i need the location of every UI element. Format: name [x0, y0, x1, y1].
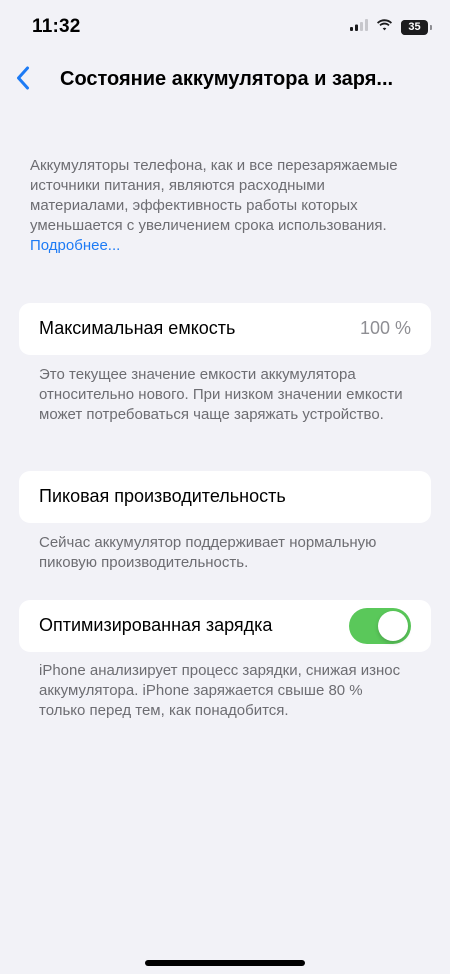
learn-more-link[interactable]: Подробнее... — [30, 237, 120, 254]
cellular-signal-icon — [350, 18, 368, 36]
peak-performance-card: Пиковая производительность — [19, 471, 431, 523]
peak-performance-label: Пиковая производительность — [39, 486, 286, 506]
battery-cap — [430, 24, 432, 30]
navigation-bar: Состояние аккумулятора и заря... — [0, 56, 450, 104]
max-capacity-label: Максимальная емкость — [39, 318, 236, 338]
battery-level: 35 — [408, 20, 421, 33]
intro-body: Аккумуляторы телефона, как и все перезар… — [30, 157, 398, 234]
status-bar: 11:32 35 — [0, 0, 450, 54]
optimized-charging-toggle[interactable] — [349, 608, 411, 644]
home-indicator[interactable] — [145, 960, 305, 966]
wifi-icon — [376, 18, 393, 36]
peak-performance-footnote: Сейчас аккумулятор поддерживает нормальн… — [39, 534, 377, 571]
page-title: Состояние аккумулятора и заря... — [60, 68, 394, 90]
toggle-knob — [378, 611, 408, 641]
chevron-left-icon — [16, 66, 30, 95]
max-capacity-footnote: Это текущее значение емкости аккумулятор… — [39, 366, 403, 423]
status-icons: 35 — [350, 18, 432, 36]
optimized-charging-card: Оптимизированная зарядка — [19, 600, 431, 652]
optimized-charging-label: Оптимизированная зарядка — [39, 615, 273, 635]
max-capacity-card: Максимальная емкость 100 % — [19, 303, 431, 355]
back-button[interactable] — [8, 62, 38, 98]
battery-indicator: 35 — [401, 19, 428, 35]
status-time: 11:32 — [32, 16, 81, 37]
max-capacity-value: 100 % — [359, 318, 411, 338]
intro-text: Аккумуляторы телефона, как и все перезар… — [30, 156, 410, 256]
optimized-charging-footnote: iPhone анализирует процесс зарядки, сниж… — [39, 662, 401, 719]
